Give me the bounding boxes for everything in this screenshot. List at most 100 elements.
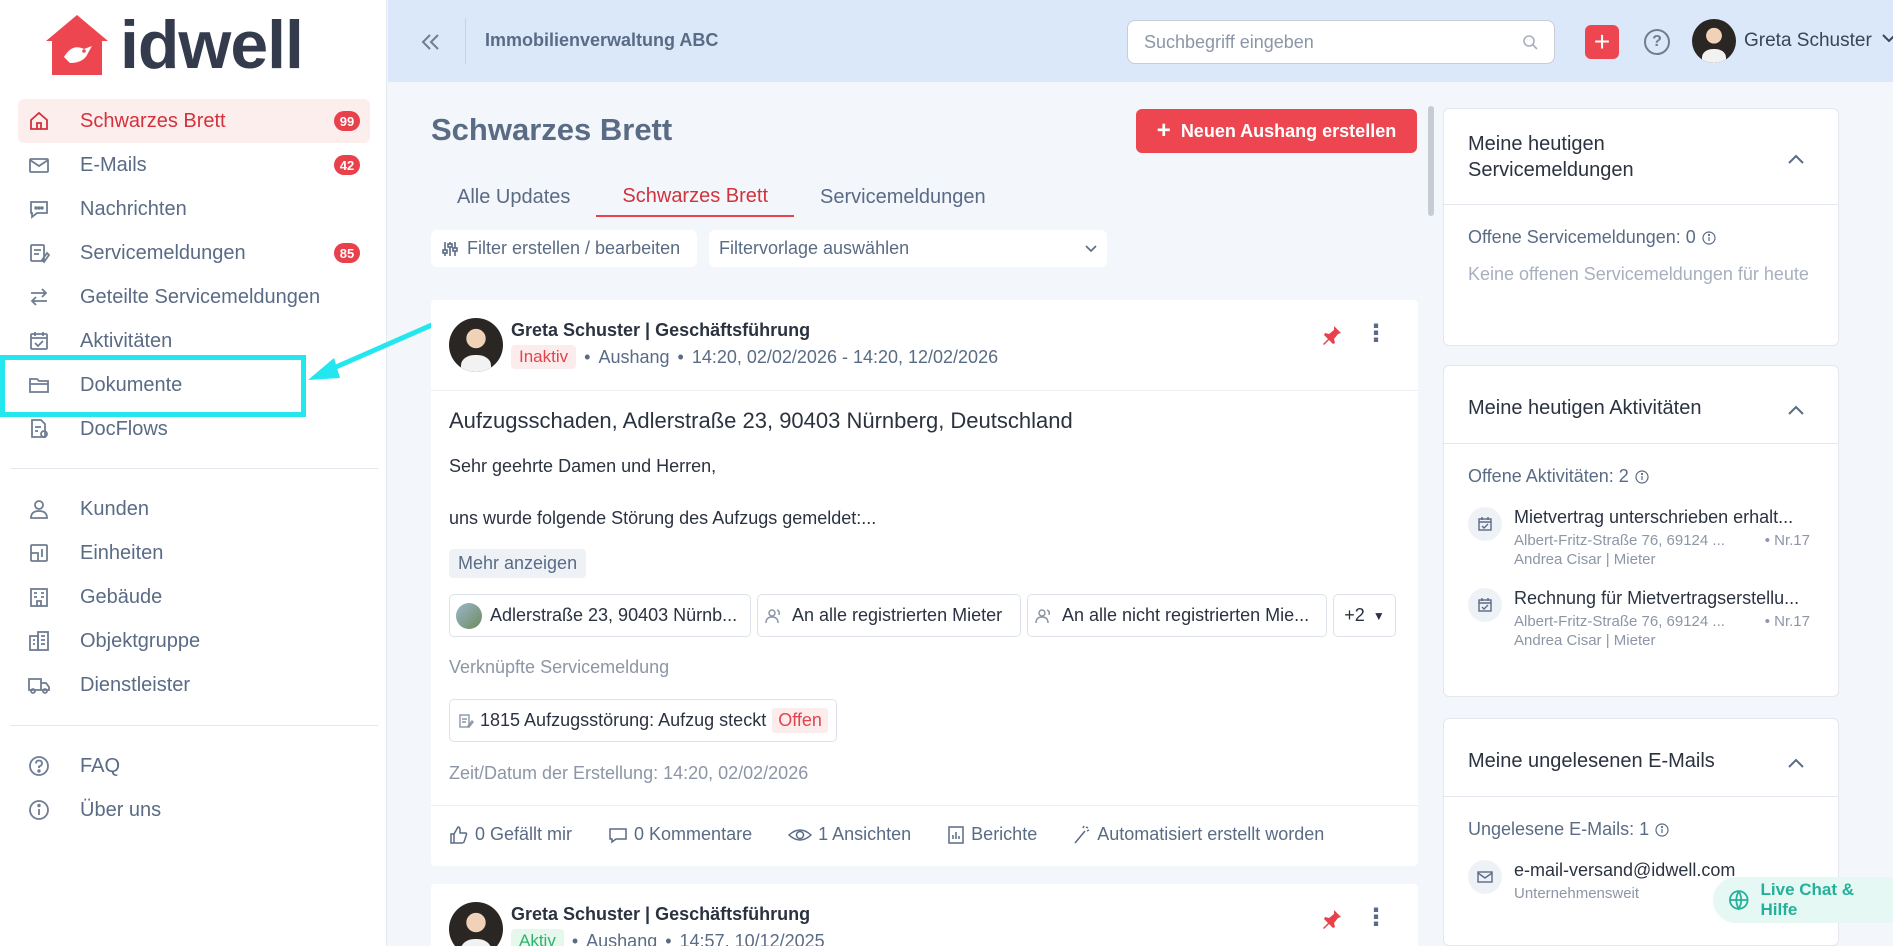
question-icon: ? <box>1652 33 1662 50</box>
current-user-name[interactable]: Greta Schuster <box>1744 30 1872 52</box>
sidebar-item-label: Gebäude <box>80 585 163 608</box>
new-notice-label: Neuen Aushang erstellen <box>1180 120 1397 141</box>
new-notice-button[interactable]: + Neuen Aushang erstellen <box>1136 109 1417 153</box>
scrollbar[interactable] <box>1428 106 1434 216</box>
comment-icon <box>609 827 627 843</box>
sidebar-divider <box>10 468 378 469</box>
open-activity-count: Offene Aktivitäten: 2 <box>1468 466 1629 486</box>
pin-icon[interactable] <box>1321 908 1343 935</box>
card-header[interactable]: Meine heutigen Servicemeldungen <box>1444 109 1838 205</box>
notice-card: Greta Schuster | Geschäftsführung Inakti… <box>431 300 1418 866</box>
add-button[interactable]: + <box>1585 25 1619 59</box>
topbar-separator <box>465 18 466 64</box>
list-item[interactable]: Mietvertrag unterschrieben erhalt... Alb… <box>1468 507 1814 568</box>
more-options-icon[interactable]: ⋮ <box>1364 906 1388 930</box>
chip-label: An alle nicht registrierten Mie... <box>1062 605 1310 625</box>
meta-dot: • <box>665 930 672 946</box>
sidebar-item-kunden[interactable]: Kunden <box>18 487 370 531</box>
service-icon <box>459 713 474 728</box>
comment-button[interactable]: 0 Kommentare <box>608 824 752 845</box>
chevron-up-icon[interactable] <box>1788 147 1804 170</box>
filter-template-select[interactable]: Filtervorlage auswählen <box>709 230 1107 267</box>
post-meta: Inaktiv • Aushang • 14:20, 02/02/2026 - … <box>511 345 998 369</box>
sidebar: idwell Schwarzes Brett 99 E-Mails 42 Nac… <box>0 0 387 946</box>
linked-service-chip[interactable]: 1815 Aufzugsstörung: Aufzug steckt Offen <box>449 699 837 742</box>
sidebar-item-dienstleister[interactable]: Dienstleister <box>18 663 370 707</box>
more-recipients-button[interactable]: +2 ▼ <box>1333 594 1396 637</box>
search-box[interactable] <box>1127 20 1555 64</box>
collapse-sidebar-button[interactable] <box>416 28 446 56</box>
sidebar-item-label: E-Mails <box>80 153 147 176</box>
auto-created-label: Automatisiert erstellt worden <box>1097 824 1325 844</box>
avatar[interactable] <box>1692 19 1736 63</box>
notification-badge: 99 <box>334 111 360 131</box>
sidebar-item-faq[interactable]: FAQ <box>18 744 370 788</box>
recipient-chip[interactable]: An alle registrierten Mieter <box>757 594 1021 637</box>
open-service-count: Offene Servicemeldungen: 0 <box>1468 227 1696 247</box>
tab-alle-updates[interactable]: Alle Updates <box>431 177 596 217</box>
post-type: Aushang <box>586 930 658 946</box>
sidebar-item-gebaeude[interactable]: Gebäude <box>18 575 370 619</box>
divider <box>431 805 1418 806</box>
thumbs-up-icon <box>450 825 468 844</box>
filter-template-value: Filtervorlage auswählen <box>719 238 910 258</box>
sidebar-item-objektgruppe[interactable]: Objektgruppe <box>18 619 370 663</box>
chat-icon <box>28 198 50 220</box>
post-period: 14:20, 02/02/2026 - 14:20, 12/02/2026 <box>691 346 999 367</box>
show-more-button[interactable]: Mehr anzeigen <box>449 549 587 578</box>
recipient-chip[interactable]: An alle nicht registrierten Mie... <box>1027 594 1327 637</box>
sidebar-item-schwarzes-brett[interactable]: Schwarzes Brett 99 <box>18 99 370 143</box>
logo[interactable]: idwell <box>44 11 304 79</box>
card-title: Meine heutigen Aktivitäten <box>1468 397 1702 419</box>
activity-person: Andrea Cisar | Mieter <box>1514 551 1656 568</box>
property-chip[interactable]: Adlerstraße 23, 90403 Nürnb... <box>449 594 751 637</box>
card-header[interactable]: Meine heutigen Aktivitäten <box>1444 366 1838 444</box>
view-count: 1 Ansichten <box>818 824 912 844</box>
reports-button[interactable]: Berichte <box>947 824 1037 845</box>
sidebar-item-label: Dienstleister <box>80 673 191 696</box>
post-author: Greta Schuster | Geschäftsführung <box>511 904 811 924</box>
home-icon <box>28 110 50 132</box>
caret-down-icon: ▼ <box>1372 608 1385 623</box>
truck-icon <box>28 674 50 696</box>
like-count: 0 Gefällt mir <box>475 824 573 844</box>
mail-icon <box>1468 860 1502 894</box>
notification-badge: 42 <box>334 155 360 175</box>
card-count-row: Offene Aktivitäten: 2 <box>1468 466 1814 487</box>
sidebar-item-einheiten[interactable]: Einheiten <box>18 531 370 575</box>
tab-servicemeldungen[interactable]: Servicemeldungen <box>794 177 1012 217</box>
building-icon <box>28 586 50 608</box>
chat-globe-icon <box>1729 890 1749 911</box>
tab-schwarzes-brett[interactable]: Schwarzes Brett <box>596 177 795 217</box>
sidebar-item-ueber-uns[interactable]: Über uns <box>18 788 370 832</box>
card-header[interactable]: Meine ungelesenen E-Mails <box>1444 719 1838 797</box>
sidebar-item-emails[interactable]: E-Mails 42 <box>18 143 370 187</box>
sidebar-item-nachrichten[interactable]: Nachrichten <box>18 187 370 231</box>
magic-wand-icon <box>1074 825 1090 843</box>
app-root: idwell Schwarzes Brett 99 E-Mails 42 Nac… <box>0 0 1893 946</box>
chevron-up-icon[interactable] <box>1788 398 1804 421</box>
sidebar-item-servicemeldungen[interactable]: Servicemeldungen 85 <box>18 231 370 275</box>
docflow-icon <box>28 418 50 440</box>
pin-icon[interactable] <box>1321 324 1343 351</box>
list-item[interactable]: Rechnung für Mietvertragserstellu... Alb… <box>1468 588 1814 649</box>
card-body: Offene Aktivitäten: 2 Mietvertrag unters… <box>1444 444 1838 671</box>
views-button[interactable]: 1 Ansichten <box>788 824 911 845</box>
meta-dot: • <box>584 346 591 367</box>
live-chat-button[interactable]: Live Chat & Hilfe <box>1713 877 1893 923</box>
sidebar-item-label: Objektgruppe <box>80 629 201 652</box>
help-button[interactable]: ? <box>1644 29 1670 55</box>
topbar: Immobilienverwaltung ABC + ? Greta Schus… <box>388 0 1893 82</box>
recipient-chips: Adlerstraße 23, 90403 Nürnb... An alle r… <box>449 594 1396 637</box>
search-input[interactable] <box>1144 31 1522 53</box>
activity-address: Albert-Fritz-Straße 76, 69124 ... <box>1514 613 1725 630</box>
like-button[interactable]: 0 Gefällt mir <box>449 824 572 845</box>
chevron-down-icon[interactable] <box>1882 30 1893 48</box>
eye-icon <box>788 828 813 841</box>
more-options-icon[interactable]: ⋮ <box>1364 322 1388 346</box>
mail-icon <box>28 154 50 176</box>
sidebar-divider <box>10 725 378 726</box>
filter-edit-button[interactable]: Filter erstellen / bearbeiten <box>431 230 697 267</box>
activity-title: Rechnung für Mietvertragserstellu... <box>1514 588 1800 608</box>
chevron-up-icon[interactable] <box>1788 751 1804 774</box>
